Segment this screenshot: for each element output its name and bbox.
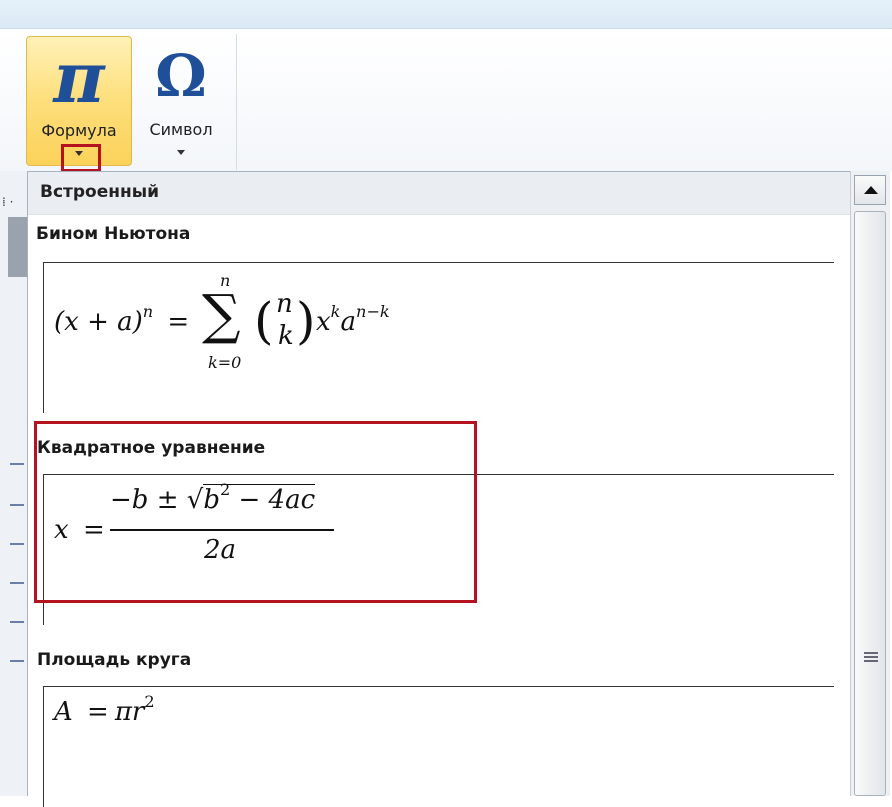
ruler-block bbox=[8, 217, 27, 277]
title-bar bbox=[0, 0, 892, 29]
ruler-tick bbox=[10, 543, 24, 545]
binomial-lhs: (x + a)n = bbox=[54, 302, 190, 337]
scroll-up-arrow-icon[interactable] bbox=[854, 175, 886, 205]
pi-icon: π bbox=[53, 35, 105, 119]
scroll-thumb[interactable] bbox=[854, 211, 886, 796]
quadratic-highlight bbox=[34, 421, 477, 603]
formula-button-label: Формула bbox=[41, 121, 117, 140]
binom-top: n bbox=[276, 289, 293, 319]
document-edge: ⁞ · bbox=[0, 171, 27, 796]
gallery-item-circle-area[interactable]: A = πr2 bbox=[43, 686, 834, 807]
gallery-item-binomial[interactable]: (x + a)n = n ∑ k=0 ( n k ) xkan−k bbox=[43, 262, 834, 413]
gallery-scrollbar[interactable] bbox=[850, 171, 890, 796]
ruler-tick bbox=[10, 660, 24, 662]
binom-left-paren: ( bbox=[254, 292, 274, 350]
circle-area-formula: A = πr2 bbox=[54, 692, 155, 727]
symbol-button[interactable]: Ω Символ bbox=[136, 36, 226, 166]
ruler-marks: ⁞ · bbox=[2, 195, 14, 209]
ribbon-group-separator bbox=[236, 34, 237, 170]
omega-icon: Ω bbox=[155, 42, 207, 110]
gallery-item-title-circle-area: Площадь круга bbox=[37, 650, 192, 670]
gallery-category-label: Встроенный bbox=[40, 182, 160, 202]
ruler-tick bbox=[10, 463, 24, 465]
sum-lower-limit: k=0 bbox=[208, 353, 242, 372]
binomial-rhs-terms: xkan−k bbox=[316, 302, 390, 337]
ribbon-insert-group bbox=[0, 29, 892, 171]
ruler-tick bbox=[10, 582, 24, 584]
binom-bottom: k bbox=[278, 321, 294, 351]
ruler-tick bbox=[10, 621, 24, 623]
gallery-item-title-binomial: Бином Ньютона bbox=[36, 224, 191, 244]
gallery-category-header: Встроенный bbox=[28, 172, 851, 215]
binom-right-paren: ) bbox=[296, 292, 316, 350]
dropdown-arrow-highlight bbox=[61, 144, 101, 172]
sum-symbol: ∑ bbox=[202, 283, 241, 346]
ruler-tick bbox=[10, 504, 24, 506]
symbol-dropdown-arrow-icon[interactable] bbox=[177, 150, 185, 155]
symbol-button-label: Символ bbox=[149, 120, 213, 139]
scroll-grip-icon bbox=[864, 652, 878, 662]
